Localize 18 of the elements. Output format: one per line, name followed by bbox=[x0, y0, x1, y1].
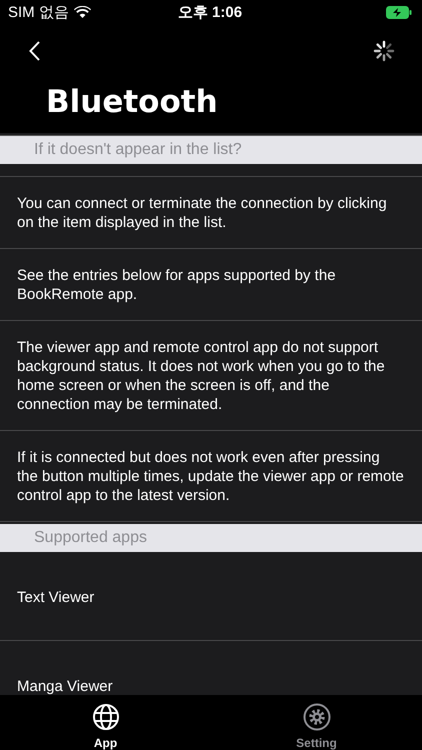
settings-icon bbox=[302, 703, 330, 731]
tab[interactable]: App bbox=[0, 695, 211, 750]
clock-text: 오후 1:06 bbox=[178, 2, 242, 22]
battery-icon bbox=[386, 6, 412, 18]
info-text: You can connect or terminate the connection by clicking on the item displayed in the list. bbox=[0, 177, 422, 249]
wifi-icon bbox=[74, 6, 91, 18]
back-icon[interactable] bbox=[29, 41, 41, 61]
globe-icon bbox=[92, 703, 120, 731]
loading-spinner-icon bbox=[372, 39, 396, 63]
page-title: Bluetooth bbox=[45, 83, 219, 122]
info-text: If it is connected but does not work even after pressing the button multiple times, update the viewer app or remote control app to the latest version. bbox=[0, 431, 422, 522]
tab[interactable]: Setting bbox=[211, 695, 422, 750]
carrier-text: SIM 없음 bbox=[8, 2, 69, 22]
info-text: See the entries below for apps supported by the BookRemote app. bbox=[0, 249, 422, 321]
section-header-text: Supported apps bbox=[34, 529, 147, 547]
info-text: The viewer app and remote control app do not support background status. It does not work when you go to the home screen or when the screen is off, and the connection may be terminated. bbox=[0, 321, 422, 431]
section-header-text: If it doesn't appear in the list? bbox=[34, 141, 242, 159]
app-list-item[interactable]: Text Viewer bbox=[0, 552, 422, 641]
